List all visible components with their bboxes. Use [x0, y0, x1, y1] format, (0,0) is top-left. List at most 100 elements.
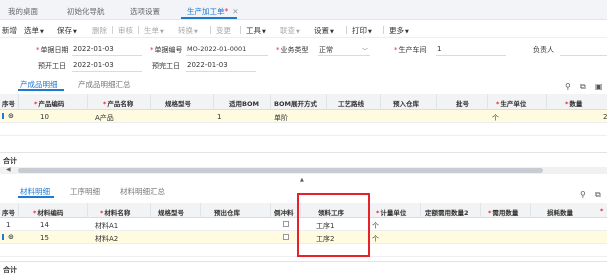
cell-material-name[interactable]: 材料A2 [95, 234, 118, 244]
col-header-warehouse: 预入仓库 [393, 100, 419, 108]
location-pin-icon[interactable]: ⚲ [565, 82, 571, 91]
column-divider [436, 94, 437, 110]
product-total-label: 合计 [3, 157, 17, 165]
cell-qty[interactable]: 2 [603, 113, 607, 121]
plan-end-field[interactable]: 2022-01-03 [187, 61, 228, 69]
change-button[interactable]: 变更 [216, 25, 231, 36]
column-divider [487, 94, 488, 110]
tab-init-navigation[interactable]: 初始化导航 [67, 6, 105, 17]
tab-product-summary[interactable]: 产成品明细汇总 [78, 79, 131, 90]
cell-no[interactable]: 10 [40, 113, 49, 121]
tab-production-order[interactable]: 生产加工单* ✕ [187, 6, 239, 17]
workshop-field[interactable]: 1 [437, 45, 441, 53]
copy-icon[interactable]: ⧉ [595, 190, 601, 200]
horizontal-scrollbar[interactable]: ◀ [0, 166, 607, 174]
cell-product-name[interactable]: A产品 [95, 113, 114, 123]
col-header-product-code-text: 产品编码 [38, 100, 65, 108]
edit-row-icon[interactable]: ⊙ [8, 112, 14, 120]
column-divider [18, 203, 19, 218]
backflush-checkbox[interactable] [283, 234, 289, 240]
scroll-left-icon[interactable]: ◀ [6, 166, 11, 173]
table-row[interactable] [0, 123, 607, 136]
copy-icon[interactable]: ⧉ [580, 82, 586, 92]
tools-label: 工具 [246, 26, 261, 35]
tools-button[interactable]: 工具▼ [246, 25, 266, 36]
col-header-backflush: 倒冲料 [274, 209, 294, 217]
related-query-button[interactable]: 联查▼ [280, 25, 300, 36]
tab-production-order-label: 生产加工单 [187, 7, 225, 16]
chevron-down-icon: ▼ [262, 29, 266, 35]
required-marker: * [488, 209, 492, 217]
required-marker: * [376, 209, 380, 217]
edit-row-icon[interactable]: ⊙ [8, 233, 14, 241]
cell-bom[interactable]: 1 [217, 113, 221, 121]
field-underline [436, 55, 506, 56]
active-tab-indicator [181, 17, 237, 19]
new-button[interactable]: 新增 [2, 25, 17, 36]
doc-no-label-text: 单据编号 [154, 46, 183, 54]
toolbar-divider [240, 26, 241, 34]
paste-icon[interactable]: ▣ [595, 82, 603, 91]
generate-doc-label: 生单 [144, 26, 159, 35]
cell-material-code[interactable]: 14 [40, 221, 49, 229]
column-divider [420, 203, 421, 218]
cell-uom[interactable]: 个 [372, 234, 379, 244]
col-header-prod-unit: *生产单位 [496, 98, 526, 108]
tab-material-summary[interactable]: 材料明细汇总 [120, 186, 165, 197]
row-indicator [2, 234, 4, 240]
doc-date-label: *单据日期 [36, 45, 69, 55]
approve-button[interactable]: 审核 [118, 25, 133, 36]
required-marker: * [36, 46, 40, 54]
col-header-material-code: *材料编码 [33, 207, 63, 217]
tab-option-settings[interactable]: 选项设置 [130, 6, 160, 17]
toolbar-divider [346, 26, 347, 34]
col-header-product-name: *产品名称 [103, 98, 133, 108]
cell-prod-unit[interactable]: 个 [492, 113, 499, 123]
col-header-batch: 批号 [456, 100, 469, 108]
doc-no-label: *单据编号 [150, 45, 183, 55]
tab-process-detail[interactable]: 工序明细 [70, 186, 100, 197]
biz-type-select[interactable]: 正常 [319, 45, 333, 55]
cell-material-name[interactable]: 材料A1 [95, 221, 118, 231]
scrollbar-thumb[interactable] [18, 168, 543, 173]
doc-no-field[interactable]: MO-2022-01-0001 [187, 45, 246, 53]
save-button[interactable]: 保存▼ [57, 25, 77, 36]
cell-uom[interactable]: 个 [372, 221, 379, 231]
plan-start-field[interactable]: 2022-01-03 [73, 61, 114, 69]
collapse-icon[interactable]: ▲ [300, 177, 304, 183]
col-header-material-code-text: 材料编码 [37, 209, 64, 217]
col-header-qty: *数量 [565, 98, 582, 108]
column-divider [380, 94, 381, 110]
print-button[interactable]: 打印▼ [352, 25, 372, 36]
table-row[interactable]: ⊙ 10 A产品 1 单阶 个 2 [0, 110, 607, 123]
column-divider [546, 94, 547, 110]
column-divider [87, 94, 88, 110]
col-header-no: 序号 [2, 209, 15, 217]
backflush-checkbox[interactable] [283, 221, 289, 227]
cell-material-code[interactable]: 15 [40, 234, 49, 242]
col-header-prod-unit-text: 生产单位 [500, 100, 527, 108]
required-marker: * [33, 209, 37, 217]
select-doc-button[interactable]: 选单▼ [24, 25, 44, 36]
col-header-spec: 规格型号 [165, 100, 191, 108]
more-button[interactable]: 更多▼ [389, 25, 409, 36]
convert-button[interactable]: 转换▼ [178, 25, 198, 36]
chevron-down-icon: ▼ [330, 29, 334, 35]
chevron-down-icon[interactable]: ﹀ [362, 46, 368, 55]
required-marker: * [276, 46, 280, 54]
biz-type-label: *业务类型 [276, 45, 309, 55]
generate-doc-button[interactable]: 生单▼ [144, 25, 164, 36]
convert-label: 转换 [178, 26, 193, 35]
location-pin-icon[interactable]: ⚲ [580, 190, 586, 199]
header-form: *单据日期 2022-01-03 *单据编号 MO-2022-01-0001 *… [0, 38, 607, 78]
column-divider [18, 94, 19, 110]
cell-bom-expand[interactable]: 单阶 [274, 113, 288, 123]
chevron-down-icon: ▼ [73, 29, 77, 35]
close-icon[interactable]: ✕ [232, 7, 238, 16]
settings-button[interactable]: 设置▼ [314, 25, 334, 36]
doc-date-field[interactable]: 2022-01-03 [73, 45, 114, 53]
toolbar-divider [112, 26, 113, 34]
delete-button[interactable]: 删除 [92, 25, 107, 36]
tab-my-desktop[interactable]: 我的桌面 [8, 6, 38, 17]
workshop-label: *生产车间 [394, 45, 427, 55]
